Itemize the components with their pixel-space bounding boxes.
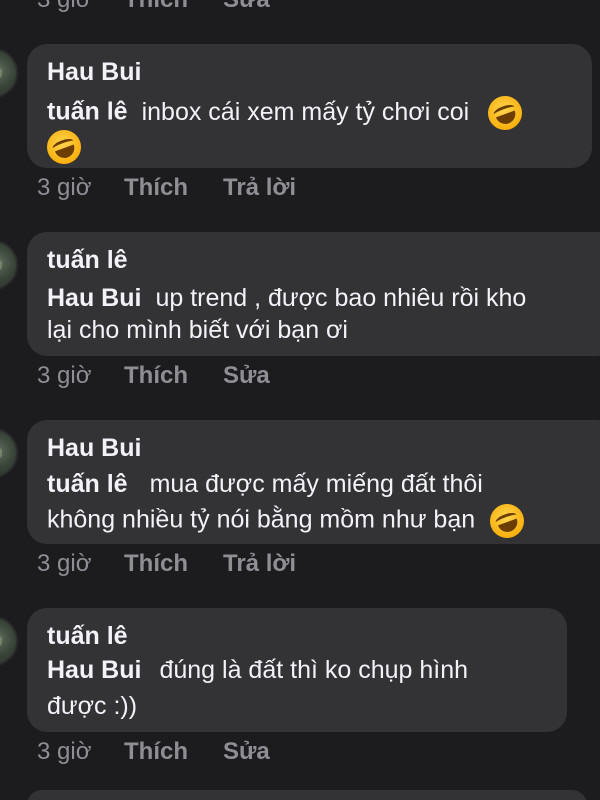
comment-time: 3 giờ [37, 174, 92, 201]
comment-author[interactable]: tuấn lê [47, 622, 128, 651]
comment-text: inbox cái xem mấy tỷ chơi coi [141, 97, 470, 126]
comment-bubble: Hau Bui tuấn lê mua được mấy miếng đất th… [27, 420, 600, 544]
comment-text: đúng là đất thì ko chụp hình [159, 656, 469, 684]
comment-line [42, 125, 86, 169]
comment-bubble: tuấn lê Hau Bui up trend , được bao nhiêu… [27, 232, 600, 356]
comment-bubble [27, 790, 587, 800]
comment-line: Hau Bui up trend , được bao nhiêu rồi kho [47, 284, 526, 313]
comment-author[interactable]: tuấn lê [47, 246, 128, 275]
comment-feed: 3 giờ Thích Sửa Hau Bui tuấn lê inbox cái… [0, 0, 600, 800]
mention-link[interactable]: tuấn lê [47, 470, 128, 498]
comment-text: lại cho mình biết với bạn ơi [47, 316, 348, 344]
like-button[interactable]: Thích [124, 734, 188, 770]
comment-line: Hau Bui đúng là đất thì ko chụp hình [47, 656, 468, 685]
reply-button[interactable]: Trả lời [223, 546, 296, 582]
comment-time: 3 giờ [37, 362, 92, 389]
comment-line: không nhiều tỷ nói bằng mồm như bạn [47, 499, 529, 543]
comment-text: mua được mấy miếng đất thôi [149, 470, 483, 498]
mention-link[interactable]: Hau Bui [47, 284, 141, 312]
like-button[interactable]: Thích [124, 170, 188, 206]
avatar[interactable] [0, 240, 18, 290]
edit-button[interactable]: Sửa [223, 734, 270, 770]
like-button[interactable]: Thích [124, 0, 188, 18]
like-button[interactable]: Thích [124, 546, 188, 582]
comment-time: 3 giờ [37, 0, 91, 18]
comment-line: được :)) [47, 692, 137, 721]
comment-bubble: tuấn lê Hau Bui đúng là đất thì ko chụp h… [27, 608, 567, 732]
avatar[interactable] [0, 48, 18, 98]
comment-bubble: Hau Bui tuấn lê inbox cái xem mấy tỷ chơi… [27, 44, 592, 169]
edit-button[interactable]: Sửa [223, 0, 270, 18]
mention-link[interactable]: Hau Bui [47, 656, 141, 684]
comment-text: up trend , được bao nhiêu rồi kho [155, 284, 527, 312]
comment-author[interactable]: Hau Bui [47, 434, 141, 463]
reply-button[interactable]: Trả lời [223, 170, 296, 206]
mention-link[interactable]: tuấn lê [47, 98, 128, 126]
comment-line: lại cho mình biết với bạn ơi [47, 316, 348, 345]
avatar[interactable] [0, 616, 18, 666]
comment-text: được :)) [47, 692, 138, 720]
like-button[interactable]: Thích [124, 358, 188, 394]
comment-time: 3 giờ [37, 550, 92, 577]
avatar[interactable] [0, 428, 18, 478]
rolling-on-floor-laughing-emoji-icon [485, 499, 529, 543]
comment-line: tuấn lê mua được mấy miếng đất thôi [47, 470, 483, 499]
comment-text: không nhiều tỷ nói bằng mồm như bạn [47, 505, 476, 534]
edit-button[interactable]: Sửa [223, 358, 270, 394]
comment-time: 3 giờ [37, 738, 92, 765]
comment-author[interactable]: Hau Bui [47, 58, 141, 87]
rolling-on-floor-laughing-emoji-icon [483, 91, 527, 135]
rolling-on-floor-laughing-emoji-icon [42, 125, 86, 169]
comment-line: tuấn lê inbox cái xem mấy tỷ chơi coi [47, 91, 527, 135]
